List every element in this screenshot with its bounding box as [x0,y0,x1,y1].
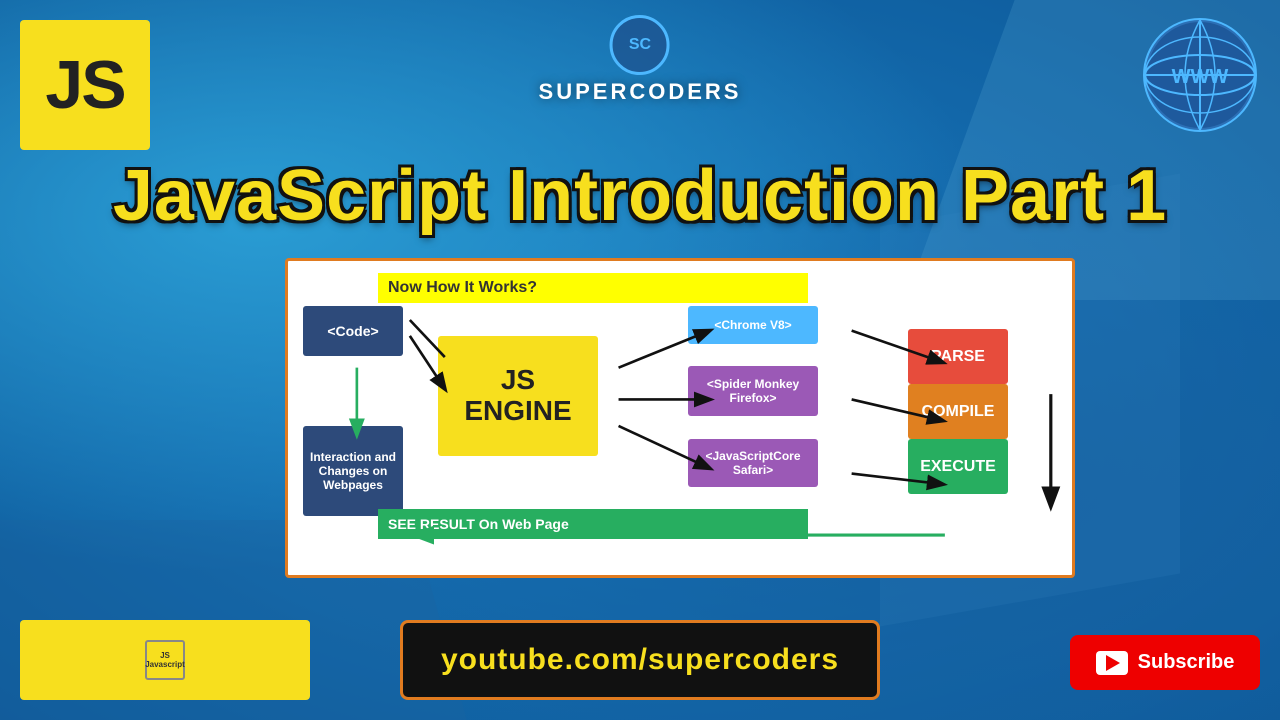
interaction-box: Interaction and Changes on Webpages [303,426,403,516]
supercoders-label: SUPERCODERS [539,79,742,105]
bottom-left-box: JSJavascript [20,620,310,700]
bottom-js-icon: JSJavascript [145,640,185,680]
globe-icon: WWW [1140,15,1260,135]
diagram-container: Now How It Works? <Code> JS ENGINE <Chro… [285,258,1075,578]
how-it-works-banner: Now How It Works? [378,273,808,303]
main-title: JavaScript Introduction Part 1 [0,155,1280,237]
bottom-center-url: youtube.com/supercoders [400,620,880,700]
see-result-banner: SEE RESULT On Web Page [378,509,808,539]
chrome-box: <Chrome V8> [688,306,818,344]
supercoders-logo: SC SUPERCODERS [539,15,742,105]
compile-box: COMPILE [908,384,1008,439]
sc-circle: SC [610,15,670,75]
www-globe: WWW [1140,15,1260,135]
subscribe-label: Subscribe [1138,651,1235,674]
firefox-box: <Spider Monkey Firefox> [688,366,818,416]
svg-text:WWW: WWW [1172,66,1229,88]
main-title-text: JavaScript Introduction Part 1 [113,156,1167,236]
parse-box: PARSE [908,329,1008,384]
js-logo: JS [20,20,150,150]
subscribe-button[interactable]: Subscribe [1070,635,1260,690]
js-engine-box: JS ENGINE [438,336,598,456]
youtube-play-icon [1096,651,1128,675]
safari-box: <JavaScriptCore Safari> [688,439,818,487]
play-triangle [1106,655,1120,671]
code-box: <Code> [303,306,403,356]
js-logo-text: JS [45,46,124,124]
sc-circle-text: SC [629,36,651,54]
js-engine-text: JS ENGINE [464,365,571,427]
youtube-url-text: youtube.com/supercoders [441,643,839,677]
execute-box: EXECUTE [908,439,1008,494]
